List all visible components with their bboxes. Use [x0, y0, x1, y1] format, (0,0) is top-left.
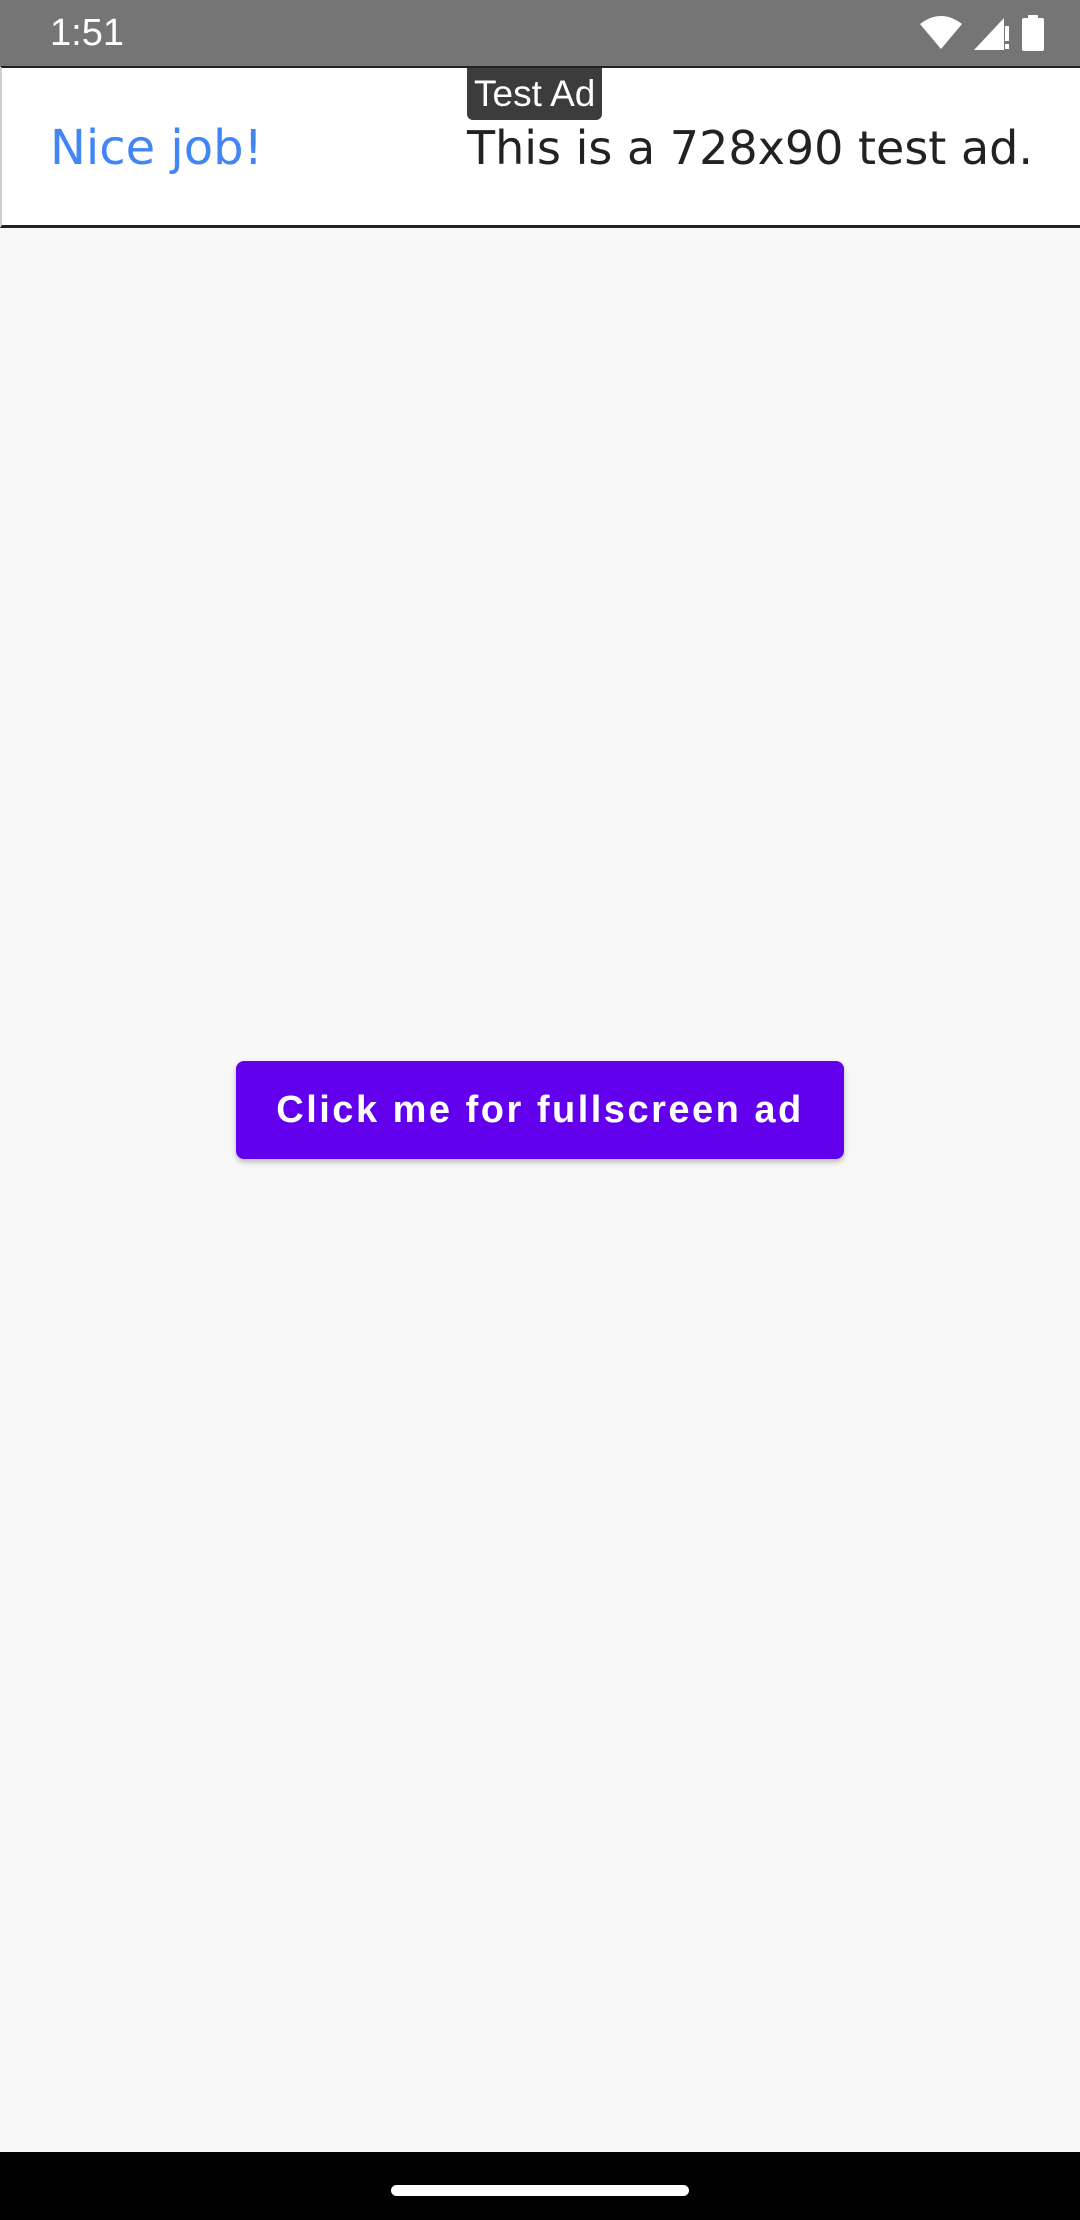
- status-icons: [920, 14, 1044, 52]
- cell-signal-icon: [974, 16, 1010, 50]
- banner-ad[interactable]: Test Ad Nice job! This is a 728x90 test …: [0, 66, 1080, 228]
- status-time: 1:51: [50, 12, 124, 54]
- status-bar: 1:51: [0, 0, 1080, 66]
- ad-headline[interactable]: Nice job!: [50, 118, 263, 178]
- home-gesture-handle[interactable]: [391, 2185, 689, 2196]
- ad-body-text[interactable]: This is a 728x90 test ad.: [467, 118, 1033, 178]
- navigation-bar: [0, 2152, 1080, 2220]
- test-ad-badge: Test Ad: [467, 68, 603, 120]
- fullscreen-ad-button[interactable]: Click me for fullscreen ad: [236, 1061, 844, 1159]
- battery-icon: [1022, 15, 1044, 51]
- wifi-icon: [920, 16, 962, 50]
- main-content: Click me for fullscreen ad: [0, 228, 1080, 2152]
